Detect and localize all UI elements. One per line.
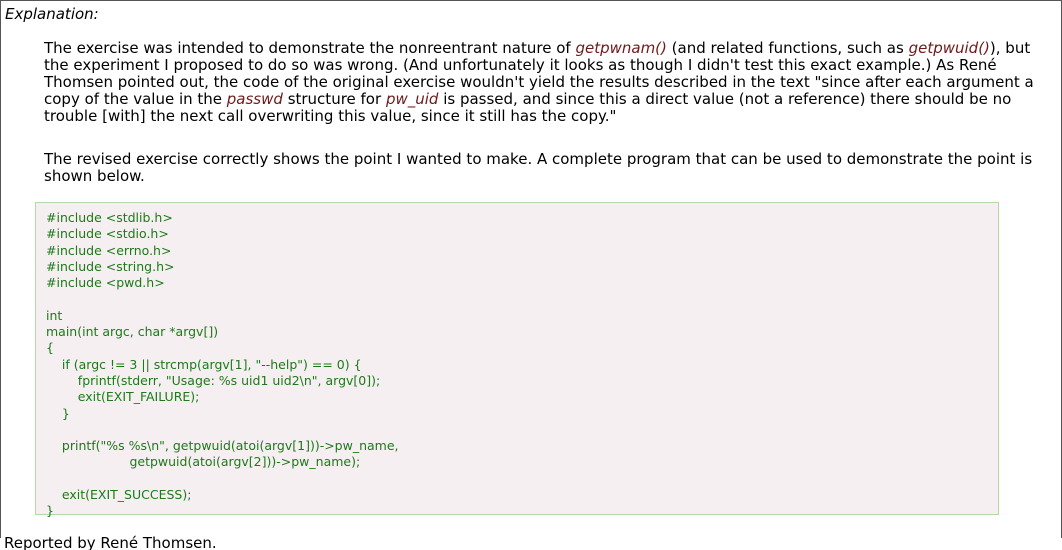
para1-text-1: The exercise was intended to demonstrate… <box>44 39 576 57</box>
revised-exercise-paragraph: The revised exercise correctly shows the… <box>44 150 1033 185</box>
reported-by-line: Reported by René Thomsen. <box>4 534 217 550</box>
function-name-getpwnam: getpwnam() <box>575 39 667 57</box>
struct-name-passwd: passwd <box>226 90 283 108</box>
function-name-getpwuid: getpwuid() <box>908 39 990 57</box>
para1-text-2: (and related functions, such as <box>666 39 909 57</box>
section-label: Explanation: <box>5 5 99 23</box>
para1-text-4: structure for <box>282 90 386 108</box>
code-block: #include <stdlib.h> #include <stdio.h> #… <box>35 202 999 518</box>
explanation-paragraph: The exercise was intended to demonstrate… <box>44 40 1054 125</box>
field-name-pw-uid: pw_uid <box>385 90 439 108</box>
code-listing: #include <stdlib.h> #include <stdio.h> #… <box>46 210 399 519</box>
